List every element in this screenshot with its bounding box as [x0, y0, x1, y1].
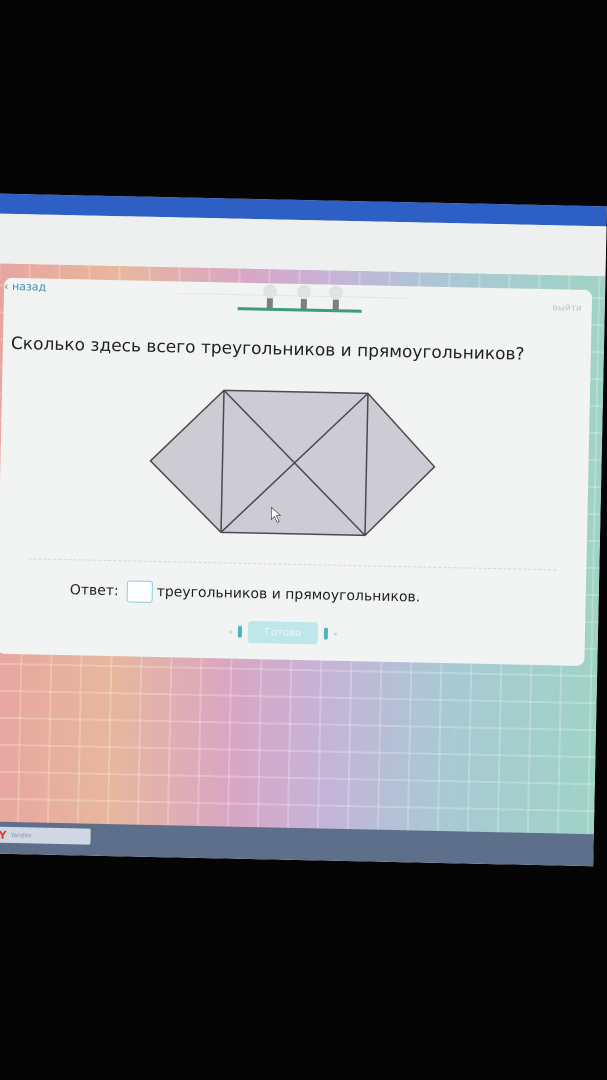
bulb-icon	[329, 285, 344, 310]
yandex-icon: Y	[0, 828, 7, 842]
shapes-figure	[149, 389, 436, 537]
hexagon-outline	[149, 389, 436, 537]
decor-bar	[323, 627, 329, 640]
taskbar-item-label: Yandex	[10, 831, 32, 839]
progress-track-bg	[178, 292, 410, 299]
answer-suffix: треугольников и прямоугольников.	[156, 584, 421, 606]
answer-row: Ответ: треугольников и прямоугольников.	[70, 579, 421, 608]
answer-input[interactable]	[126, 580, 153, 603]
monitor-screen: ‹ назад выйти Сколько здесь всего треуго…	[0, 193, 607, 867]
chevron-left-icon: ‹	[3, 279, 9, 293]
progress-indicator	[178, 284, 410, 313]
question-title: Сколько здесь всего треугольников и прям…	[10, 333, 525, 365]
taskbar-browser-item[interactable]: Y Yandex	[0, 826, 91, 845]
divider	[28, 558, 557, 571]
bulb-icon	[263, 284, 278, 309]
answer-prefix: Ответ:	[69, 582, 119, 600]
exit-link[interactable]: выйти	[552, 303, 582, 314]
back-link[interactable]: ‹ назад	[4, 280, 46, 294]
back-label: назад	[11, 279, 47, 294]
decor-bar	[237, 625, 243, 638]
progress-track	[237, 307, 362, 313]
check-answer-button[interactable]: Готово	[247, 620, 319, 645]
bulb-icon	[297, 285, 312, 310]
task-card: ‹ назад выйти Сколько здесь всего треуго…	[0, 277, 593, 666]
check-row: Готово	[228, 620, 337, 645]
decor-dot	[333, 632, 337, 636]
decor-dot	[228, 630, 232, 634]
